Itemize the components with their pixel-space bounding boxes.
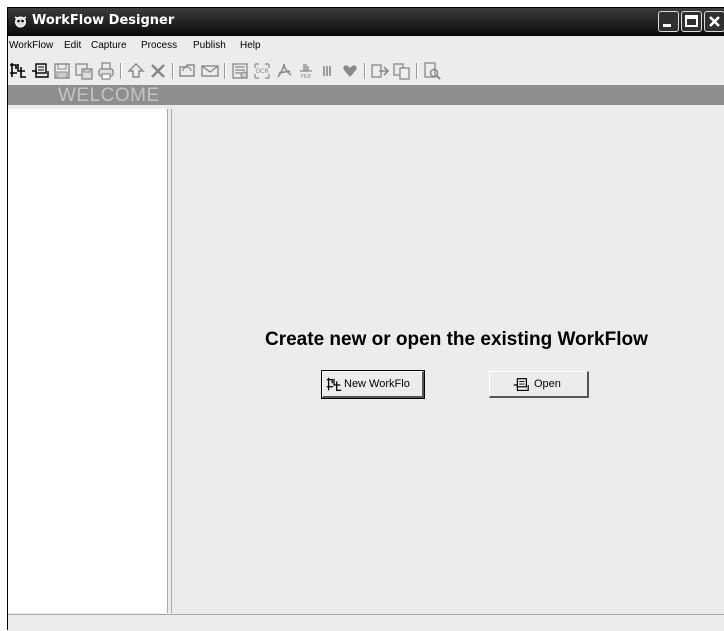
barcode-icon[interactable]: FILE: [296, 61, 316, 81]
svg-text:OCR: OCR: [255, 68, 268, 75]
welcome-title: WELCOME: [58, 85, 160, 106]
delete-icon[interactable]: [148, 61, 168, 81]
folder-icon[interactable]: [178, 61, 198, 81]
print-icon[interactable]: [96, 61, 116, 81]
pdf-icon[interactable]: [274, 61, 294, 81]
menu-help[interactable]: Help: [240, 40, 261, 51]
window-title: WorkFlow Designer: [32, 13, 175, 28]
open-icon: [513, 378, 529, 391]
status-bar: [8, 614, 724, 631]
menu-edit[interactable]: Edit: [64, 40, 81, 51]
svg-text:FILE: FILE: [301, 74, 311, 80]
maximize-icon: [685, 15, 698, 27]
close-button[interactable]: [704, 11, 724, 32]
save-icon[interactable]: [52, 61, 72, 81]
welcome-banner: WELCOME: [8, 85, 724, 106]
heart-icon[interactable]: [340, 61, 360, 81]
open-icon[interactable]: [30, 61, 50, 81]
ocr-icon[interactable]: OCR: [252, 61, 272, 81]
minimize-icon: [663, 24, 671, 27]
toolbar-separator: [364, 63, 366, 79]
toolbar-separator: [224, 63, 226, 79]
menu-workflow[interactable]: WorkFlow: [9, 40, 53, 51]
new-workflow-button[interactable]: New WorkFlo: [321, 370, 425, 399]
menu-capture[interactable]: Capture: [91, 40, 127, 51]
maximize-button[interactable]: [681, 11, 702, 32]
preview-icon[interactable]: [422, 61, 442, 81]
new-workflow-icon: [326, 377, 342, 392]
minimize-button[interactable]: [658, 11, 679, 32]
menu-process[interactable]: Process: [141, 40, 177, 51]
scan-icon[interactable]: [230, 61, 250, 81]
pane-splitter[interactable]: [167, 109, 175, 613]
open-label: Open: [534, 378, 561, 390]
barcode-lines-icon[interactable]: [318, 61, 338, 81]
close-icon: [709, 16, 720, 27]
main-panel: Create new or open the existing WorkFlow…: [175, 109, 724, 613]
menu-publish[interactable]: Publish: [193, 40, 226, 51]
title-bar[interactable]: WorkFlow Designer: [8, 8, 724, 36]
welcome-heading: Create new or open the existing WorkFlow: [265, 329, 648, 350]
toolbar: OCR FILE: [8, 60, 724, 82]
toolbar-separator: [120, 63, 122, 79]
move-up-icon[interactable]: [126, 61, 146, 81]
copy-icon[interactable]: [392, 61, 412, 81]
save-as-icon[interactable]: [74, 61, 94, 81]
open-button[interactable]: Open: [489, 371, 589, 398]
app-window: WorkFlow Designer WorkFlow Edit Capture …: [7, 7, 724, 631]
menu-bar: WorkFlow Edit Capture Process Publish He…: [8, 37, 724, 57]
toolbar-separator: [416, 63, 418, 79]
new-workflow-label: New WorkFlo: [344, 378, 410, 390]
forward-icon[interactable]: [370, 61, 390, 81]
toolbar-separator: [172, 63, 174, 79]
app-icon: [14, 16, 27, 28]
mail-icon[interactable]: [200, 61, 220, 81]
tree-pane[interactable]: [8, 109, 167, 613]
new-workflow-icon[interactable]: [8, 61, 28, 81]
